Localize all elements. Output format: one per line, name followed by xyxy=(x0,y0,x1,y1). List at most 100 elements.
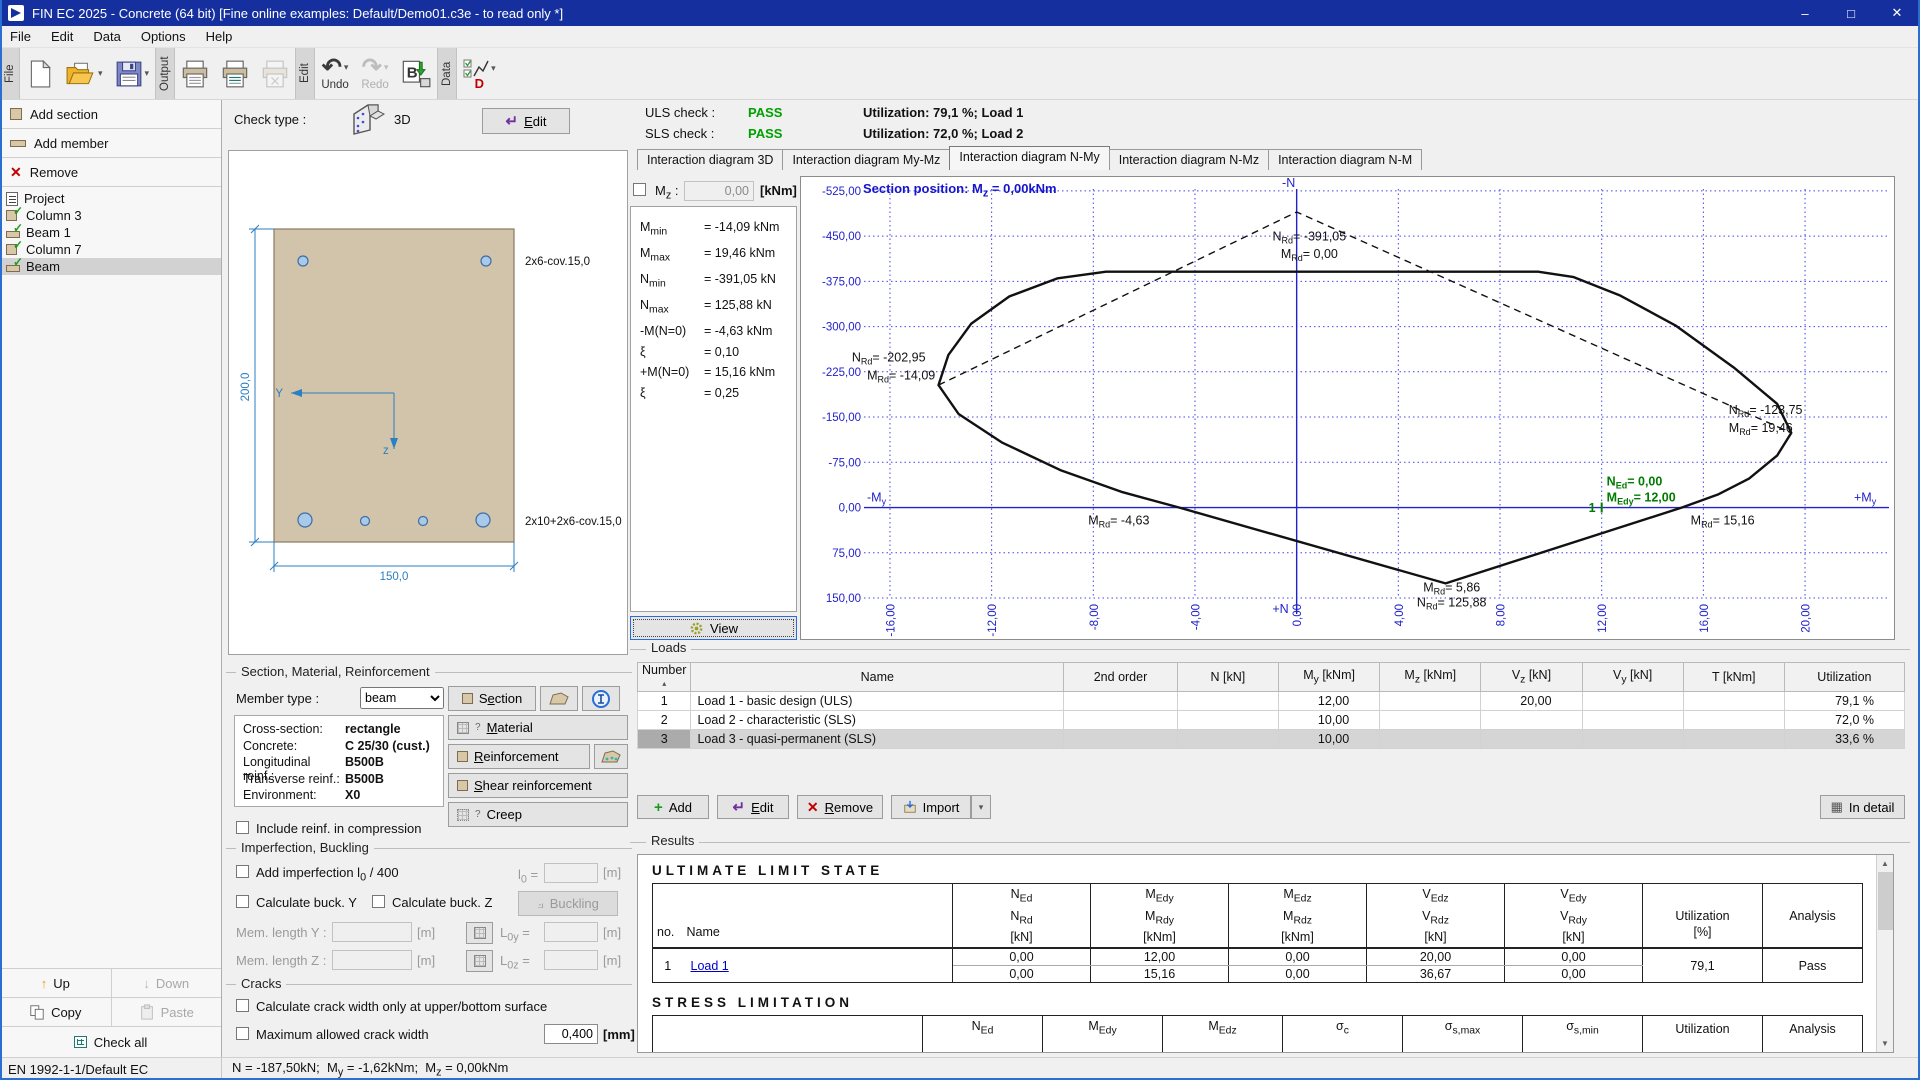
stat-row: Mmin= -14,09 kNm xyxy=(640,217,796,243)
tab-interaction-diagram-my-mz[interactable]: Interaction diagram My-Mz xyxy=(782,149,950,170)
tree-item-column-7[interactable]: ✓Column 7 xyxy=(0,241,221,258)
svg-text:MRd= 15,16: MRd= 15,16 xyxy=(1691,513,1755,529)
member-type-select[interactable]: beam xyxy=(360,687,444,709)
menu-edit[interactable]: Edit xyxy=(41,27,83,46)
loads-col-header[interactable]: T [kNm] xyxy=(1683,663,1784,692)
loads-col-header[interactable]: Mz [kNm] xyxy=(1380,663,1481,692)
view-button[interactable]: View xyxy=(630,616,797,640)
print-button[interactable] xyxy=(175,48,215,99)
crack-surface-checkbox[interactable] xyxy=(236,999,249,1015)
menu-options[interactable]: Options xyxy=(131,27,196,46)
undo-button[interactable]: ↶▾ Undo xyxy=(315,48,355,99)
open-dropdown-icon[interactable]: ▾ xyxy=(98,68,103,79)
max-crack-checkbox[interactable] xyxy=(236,1027,249,1043)
toolbar-file-tab[interactable]: File xyxy=(0,48,20,99)
mz-unit: [kNm] xyxy=(760,183,797,198)
menu-data[interactable]: Data xyxy=(83,27,130,46)
up-label: Up xyxy=(53,976,70,991)
undo-dropdown-icon[interactable]: ▾ xyxy=(344,62,349,73)
cracks-group: Cracks Calculate crack width only at upp… xyxy=(226,984,632,1054)
menu-help[interactable]: Help xyxy=(196,27,243,46)
save-dropdown-icon[interactable]: ▾ xyxy=(145,68,150,79)
calc-buckling-z-checkbox[interactable] xyxy=(372,895,385,911)
mem-y-table-button[interactable] xyxy=(466,922,493,944)
svg-text:-450,00: -450,00 xyxy=(822,231,861,243)
load-row[interactable]: 1Load 1 - basic design (ULS)12,0020,0079… xyxy=(638,692,1905,711)
steel-section-button[interactable] xyxy=(582,686,620,711)
load-row[interactable]: 3Load 3 - quasi-permanent (SLS)10,0033,6… xyxy=(638,730,1905,749)
loads-col-header[interactable]: Utilization xyxy=(1784,663,1904,692)
tree-item-beam-1[interactable]: ✓Beam 1 xyxy=(0,224,221,241)
minimize-button[interactable]: – xyxy=(1782,0,1828,26)
new-button[interactable] xyxy=(20,48,60,99)
tab-interaction-diagram-n-my[interactable]: Interaction diagram N-My xyxy=(949,146,1109,170)
add-section-button[interactable]: Add section xyxy=(0,100,221,129)
info-label: Environment: xyxy=(243,788,345,805)
sls-check-status: PASS xyxy=(748,126,782,141)
check-all-button[interactable]: Check all xyxy=(0,1027,221,1057)
up-button[interactable]: ↑Up xyxy=(0,969,111,997)
loads-col-header[interactable]: Vz [kN] xyxy=(1481,663,1582,692)
section-shape-button[interactable] xyxy=(540,686,578,711)
project-tree: Project✓Column 3✓Beam 1✓Column 7✓Beam xyxy=(0,190,221,275)
titlebar: FIN EC 2025 - Concrete (64 bit) [Fine on… xyxy=(0,0,1920,26)
load-row[interactable]: 2Load 2 - characteristic (SLS)10,0072,0 … xyxy=(638,711,1905,730)
close-button[interactable]: ✕ xyxy=(1874,0,1920,26)
check-type-edit-button[interactable]: ↵ Edit xyxy=(482,108,570,134)
menu-file[interactable]: File xyxy=(0,27,41,46)
scrollbar-thumb[interactable] xyxy=(1878,872,1893,930)
imperfection-group: Imperfection, Buckling Add imperfection … xyxy=(226,848,632,978)
load-add-button[interactable]: +Add xyxy=(637,795,709,819)
tab-interaction-diagram-n-mz[interactable]: Interaction diagram N-Mz xyxy=(1109,149,1269,170)
diagram-options-button[interactable]: ▾ D xyxy=(457,48,502,99)
mz-checkbox[interactable] xyxy=(633,183,646,199)
tab-interaction-diagram-n-m[interactable]: Interaction diagram N-M xyxy=(1268,149,1422,170)
section-button[interactable]: Section xyxy=(448,686,536,711)
loads-col-header[interactable]: Vy [kN] xyxy=(1582,663,1683,692)
results-scrollbar[interactable]: ▲ ▼ xyxy=(1876,855,1893,1052)
tree-item-beam[interactable]: ✓Beam xyxy=(0,258,221,275)
loads-col-header[interactable]: 2nd order xyxy=(1064,663,1178,692)
maximize-button[interactable]: □ xyxy=(1828,0,1874,26)
loads-table[interactable]: Number ▴Name2nd orderN [kN]My [kNm]Mz [k… xyxy=(637,662,1905,749)
loads-col-header[interactable]: Name xyxy=(691,663,1064,692)
redo-icon: ↷ xyxy=(362,57,382,79)
creep-button[interactable]: ?Creep xyxy=(448,802,628,827)
loads-col-header[interactable]: N [kN] xyxy=(1177,663,1278,692)
add-member-button[interactable]: Add member xyxy=(0,129,221,158)
interaction-diagram-n-my[interactable]: -525,00-450,00-375,00-300,00-225,00-150,… xyxy=(801,177,1894,639)
tree-item-label: Beam 1 xyxy=(26,225,71,240)
reinforcement-editor-button[interactable] xyxy=(594,744,628,769)
material-button[interactable]: ?Material xyxy=(448,715,628,740)
calc-buckling-y-checkbox[interactable] xyxy=(236,895,249,911)
add-imperfection-checkbox[interactable] xyxy=(236,865,249,881)
open-button[interactable]: ▾ xyxy=(60,48,109,99)
include-reinf-checkbox[interactable] xyxy=(236,821,249,837)
save-button[interactable]: ▾ xyxy=(109,48,156,99)
remove-button[interactable]: ✕ Remove xyxy=(0,158,221,187)
send-data-button[interactable]: B xyxy=(395,48,437,99)
results-group-title: Results xyxy=(646,833,699,848)
in-detail-button[interactable]: ▦In detail xyxy=(1820,795,1905,819)
load-import-dropdown[interactable]: ▾ xyxy=(971,795,991,819)
diagram-dropdown-icon[interactable]: ▾ xyxy=(491,63,496,74)
load-import-button[interactable]: Import xyxy=(891,795,971,819)
loads-col-header[interactable]: Number ▴ xyxy=(638,663,691,692)
load-edit-button[interactable]: ↵Edit xyxy=(717,795,789,819)
reinforcement-button[interactable]: Reinforcement xyxy=(448,744,590,769)
stat-value: = -4,63 kNm xyxy=(704,321,772,342)
tree-item-label: Column 7 xyxy=(26,242,82,257)
tree-item-project[interactable]: Project xyxy=(0,190,221,207)
load-detail-link[interactable]: Load 1 xyxy=(691,959,729,973)
stress-col-header: Analysis xyxy=(1763,1016,1863,1054)
max-crack-input[interactable] xyxy=(544,1024,598,1044)
tree-item-column-3[interactable]: ✓Column 3 xyxy=(0,207,221,224)
load-remove-button[interactable]: ✕Remove xyxy=(797,795,883,819)
print-preview-button[interactable] xyxy=(215,48,255,99)
loads-col-header[interactable]: My [kNm] xyxy=(1278,663,1379,692)
mem-z-table-button[interactable] xyxy=(466,950,493,972)
tab-interaction-diagram-3d[interactable]: Interaction diagram 3D xyxy=(637,149,783,170)
shear-reinforcement-button[interactable]: Shear reinforcement xyxy=(448,773,628,798)
copy-button[interactable]: Copy xyxy=(0,998,111,1026)
uls-col-header: NEdNRd[kN] xyxy=(953,884,1091,949)
